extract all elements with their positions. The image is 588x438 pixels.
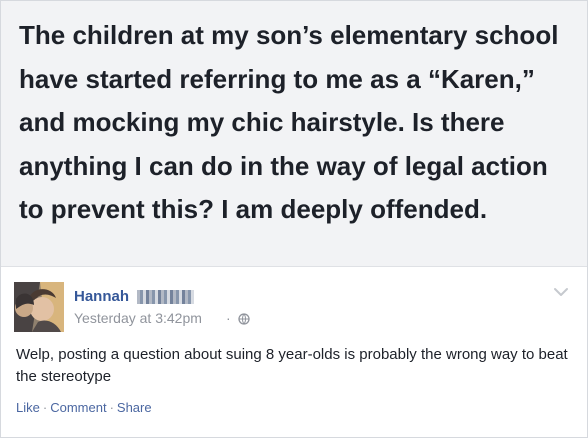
social-post-screenshot: The children at my son’s elementary scho… (0, 0, 588, 438)
comment: Hannah Yesterday at 3:42pm · Welp, posti… (1, 267, 587, 437)
redacted-surname-blur (137, 290, 194, 304)
share-link[interactable]: Share (117, 400, 152, 415)
avatar-photo-icon (14, 282, 64, 332)
commenter-name[interactable]: Hannah (74, 288, 129, 306)
action-separator: · (42, 400, 48, 415)
timestamp-separator: · (226, 310, 231, 326)
comment-actions: Like · Comment · Share (16, 399, 152, 417)
globe-icon[interactable] (238, 313, 250, 325)
post-text: The children at my son’s elementary scho… (19, 20, 559, 225)
commenter-avatar[interactable] (14, 282, 64, 332)
chevron-down-icon[interactable] (553, 287, 569, 297)
comment-link[interactable]: Comment (50, 400, 106, 415)
comment-text: Welp, posting a question about suing 8 y… (16, 346, 568, 385)
like-link[interactable]: Like (16, 400, 40, 415)
post-question: The children at my son’s elementary scho… (1, 1, 587, 267)
action-separator: · (109, 400, 114, 415)
comment-timestamp[interactable]: Yesterday at 3:42pm (74, 309, 202, 327)
